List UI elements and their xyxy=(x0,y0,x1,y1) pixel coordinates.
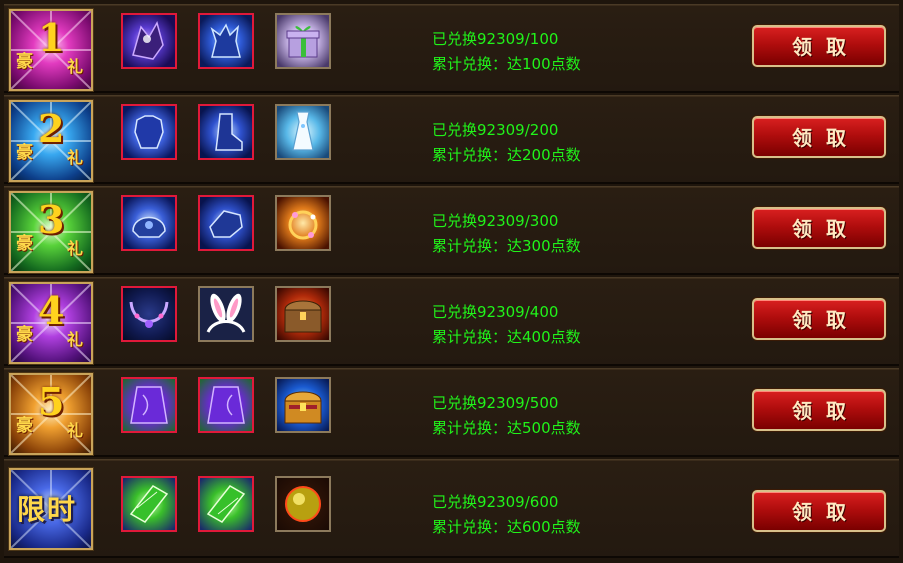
bunny-ears-icon[interactable] xyxy=(198,286,254,342)
tier-badge-2: 2 豪 礼 xyxy=(9,100,93,182)
reward-row: 3 豪 礼 已兑换92309/300 累计兑换：达300点数 领取 xyxy=(4,186,899,275)
progress-info: 已兑换92309/100 累计兑换：达100点数 xyxy=(432,27,581,77)
badge-char-bottom: 礼 xyxy=(67,148,84,167)
progress-info: 已兑换92309/400 累计兑换：达400点数 xyxy=(432,300,581,350)
tier-badge-limited: 限时 xyxy=(9,468,93,550)
treasure-chest-icon[interactable] xyxy=(275,286,331,342)
progress-info: 已兑换92309/500 累计兑换：达500点数 xyxy=(432,391,581,441)
reward-row: 1 豪 礼 已兑换92309/100 累计兑换：达100点数 领取 xyxy=(4,4,899,93)
reward-row: 5 豪 礼 已兑换92309/500 累计兑换：达500点数 领取 xyxy=(4,368,899,457)
badge-char-bottom: 礼 xyxy=(67,421,84,440)
blue-armor-icon[interactable] xyxy=(121,104,177,160)
badge-number: 3 xyxy=(38,197,65,242)
badge-char-bottom: 礼 xyxy=(67,239,84,258)
reward-row: 4 豪 礼 已兑换92309/400 累计兑换：达400点数 领取 xyxy=(4,277,899,366)
exchange-requirement: 累计兑换：达600点数 xyxy=(432,518,581,536)
golden-orb-icon[interactable] xyxy=(275,476,331,532)
tier-badge-4: 4 豪 礼 xyxy=(9,282,93,364)
claim-button[interactable]: 领取 xyxy=(752,25,886,67)
dark-dragon-wing-icon[interactable] xyxy=(121,13,177,69)
claim-button[interactable]: 领取 xyxy=(752,389,886,431)
badge-char-bottom: 礼 xyxy=(67,57,84,76)
exchange-requirement: 累计兑换：达200点数 xyxy=(432,146,581,164)
claim-button[interactable]: 领取 xyxy=(752,207,886,249)
exchange-progress: 已兑换92309/100 xyxy=(432,30,559,48)
tier-badge-3: 3 豪 礼 xyxy=(9,191,93,273)
badge-char-top: 豪 xyxy=(16,234,33,254)
exchange-progress: 已兑换92309/500 xyxy=(432,394,559,412)
gift-box-icon[interactable] xyxy=(275,13,331,69)
badge-char-top: 豪 xyxy=(16,52,33,72)
tier-badge-5: 5 豪 礼 xyxy=(9,373,93,455)
claim-button[interactable]: 领取 xyxy=(752,116,886,158)
badge-char-top: 豪 xyxy=(16,416,33,436)
tier-badge-1: 1 豪 礼 xyxy=(9,9,93,91)
blue-boots-icon[interactable] xyxy=(198,104,254,160)
badge-number: 2 xyxy=(38,106,65,151)
progress-info: 已兑换92309/600 累计兑换：达600点数 xyxy=(432,490,581,540)
exchange-requirement: 累计兑换：达300点数 xyxy=(432,237,581,255)
jewel-necklace-icon[interactable] xyxy=(121,286,177,342)
exchange-progress: 已兑换92309/300 xyxy=(432,212,559,230)
badge-char-bottom: 礼 xyxy=(67,330,84,349)
limited-time-label: 限时 xyxy=(17,493,78,526)
claim-button[interactable]: 领取 xyxy=(752,490,886,532)
white-dress-icon[interactable] xyxy=(275,104,331,160)
reward-row: 2 豪 礼 已兑换92309/200 累计兑换：达200点数 领取 xyxy=(4,95,899,184)
badge-number: 5 xyxy=(38,379,65,424)
flower-ring-icon[interactable] xyxy=(275,195,331,251)
exchange-progress: 已兑换92309/600 xyxy=(432,493,559,511)
badge-number: 4 xyxy=(38,288,65,333)
blue-treasure-chest-icon[interactable] xyxy=(275,377,331,433)
blue-stag-mount-icon[interactable] xyxy=(198,13,254,69)
badge-char-top: 豪 xyxy=(16,325,33,345)
purple-cape-icon[interactable] xyxy=(121,377,177,433)
exchange-requirement: 累计兑换：达500点数 xyxy=(432,419,581,437)
reward-panel: 1 豪 礼 已兑换92309/100 累计兑换：达100点数 领取 2 豪 礼 xyxy=(0,0,903,563)
green-crystal-scroll-icon[interactable] xyxy=(198,476,254,532)
badge-char-top: 豪 xyxy=(16,143,33,163)
progress-info: 已兑换92309/200 累计兑换：达200点数 xyxy=(432,118,581,168)
badge-number: 1 xyxy=(38,15,65,60)
reward-row: 限时 已兑换92309/600 累计兑换：达600点数 领取 xyxy=(4,459,899,558)
progress-info: 已兑换92309/300 累计兑换：达300点数 xyxy=(432,209,581,259)
claim-button[interactable]: 领取 xyxy=(752,298,886,340)
exchange-requirement: 累计兑换：达400点数 xyxy=(432,328,581,346)
exchange-progress: 已兑换92309/400 xyxy=(432,303,559,321)
blue-helmet-icon[interactable] xyxy=(121,195,177,251)
purple-cape-icon[interactable] xyxy=(198,377,254,433)
exchange-requirement: 累计兑换：达100点数 xyxy=(432,55,581,73)
green-crystal-scroll-icon[interactable] xyxy=(121,476,177,532)
exchange-progress: 已兑换92309/200 xyxy=(432,121,559,139)
blue-gauntlet-icon[interactable] xyxy=(198,195,254,251)
